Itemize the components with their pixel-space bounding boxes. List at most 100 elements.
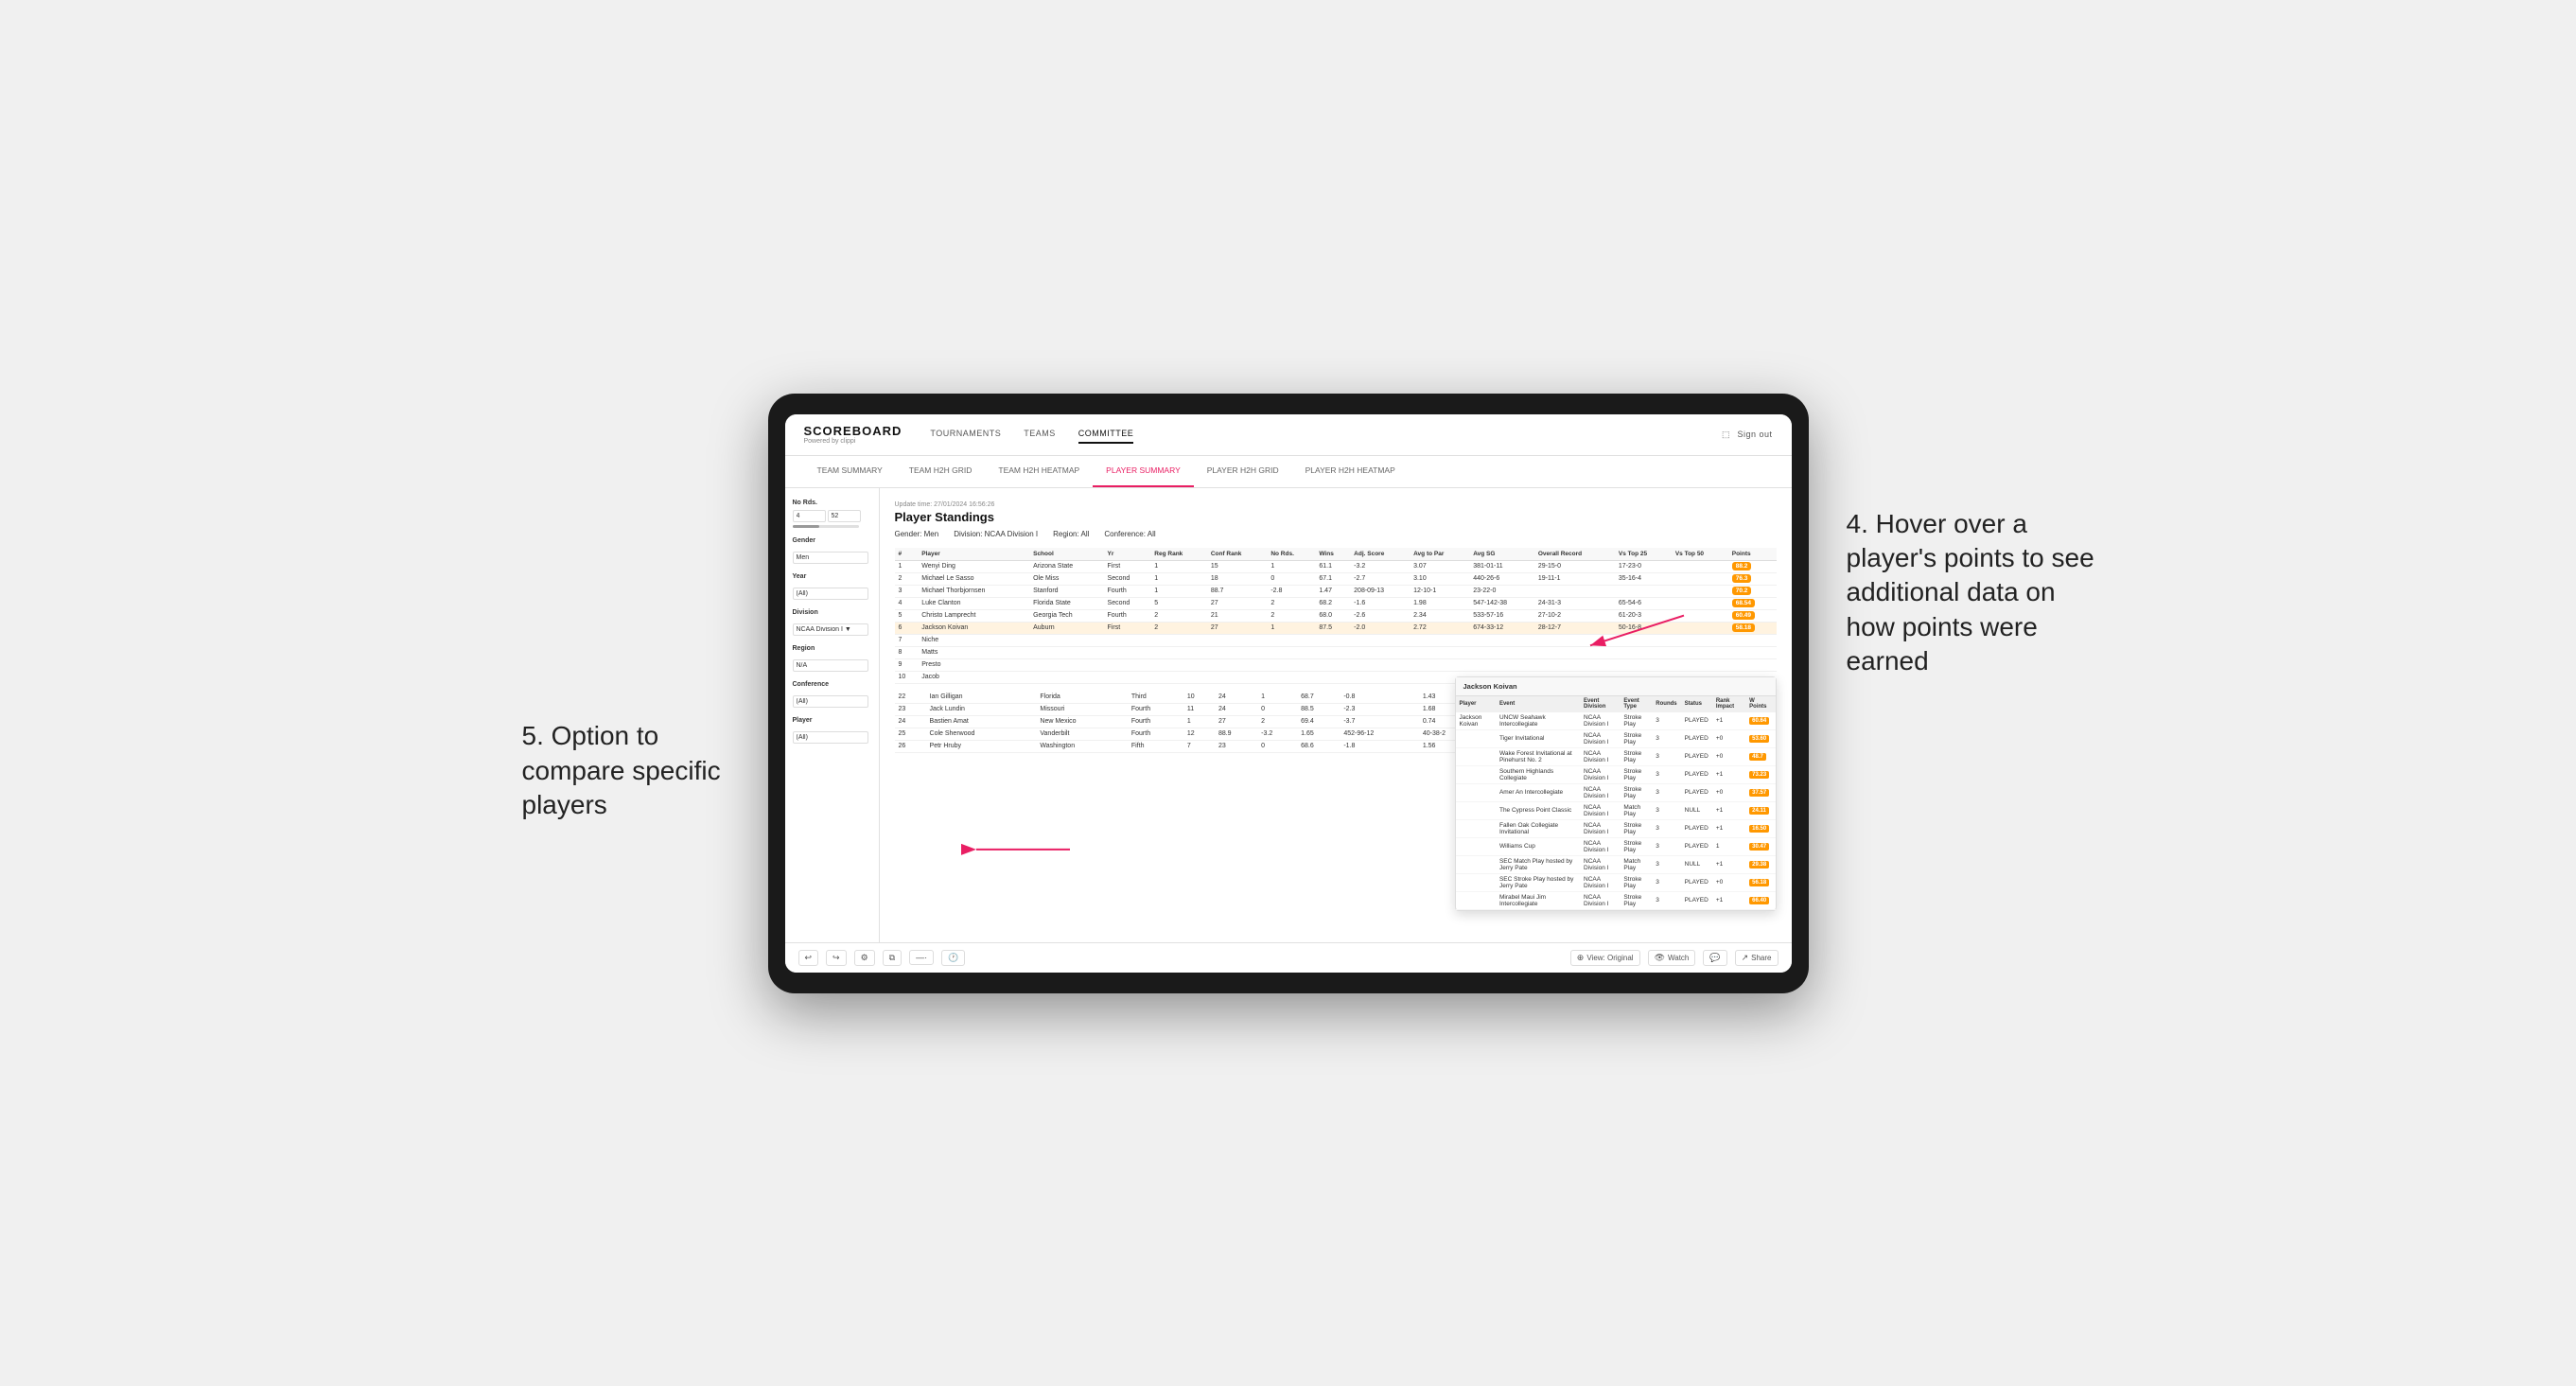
redo-button[interactable]: ↪	[826, 950, 847, 966]
filter-button[interactable]: ⚙	[854, 950, 875, 966]
popup-points-cell[interactable]: 56.18	[1745, 873, 1775, 891]
table-row[interactable]: 4Luke ClantonFlorida StateSecond527268.2…	[895, 597, 1777, 609]
watch-button[interactable]: 👁 Watch	[1648, 950, 1696, 966]
popup-cell: Stroke Play	[1620, 712, 1652, 730]
points-cell[interactable]: 68.54	[1728, 597, 1777, 609]
tab-player-h2h-grid[interactable]: PLAYER H2H GRID	[1194, 456, 1292, 487]
popup-row: Fallen Oak Collegiate InvitationalNCAA D…	[1456, 819, 1776, 837]
nav-tournaments[interactable]: TOURNAMENTS	[930, 425, 1001, 444]
comment-button[interactable]: 💬	[1703, 950, 1726, 966]
nav-committee[interactable]: COMMITTEE	[1078, 425, 1134, 444]
popup-points-cell[interactable]: 53.60	[1745, 729, 1775, 747]
popup-points-cell[interactable]: 30.47	[1745, 837, 1775, 855]
popup-points-cell[interactable]: 48.7	[1745, 747, 1775, 765]
tab-player-summary[interactable]: PLAYER SUMMARY	[1093, 456, 1194, 487]
points-badge[interactable]: 76.3	[1732, 574, 1752, 583]
region-select[interactable]: N/A	[793, 659, 868, 672]
clock-button[interactable]: 🕐	[941, 950, 965, 966]
conference-select[interactable]: (All)	[793, 695, 868, 708]
year-filter: Year (All)	[793, 573, 871, 600]
popup-points-cell[interactable]: 29.38	[1745, 855, 1775, 873]
points-badge[interactable]: 88.2	[1732, 562, 1752, 570]
nav-teams[interactable]: TEAMS	[1024, 425, 1056, 444]
undo-button[interactable]: ↩	[798, 950, 819, 966]
tab-team-h2h-grid[interactable]: TEAM H2H GRID	[896, 456, 986, 487]
popup-cell: Stroke Play	[1620, 873, 1652, 891]
player-label: Player	[793, 717, 871, 724]
extra-cell-4: 7	[1183, 740, 1215, 752]
table-row[interactable]: 3Michael ThorbjornsenStanfordFourth188.7…	[895, 585, 1777, 597]
points-cell[interactable]: 60.49	[1728, 609, 1777, 622]
popup-points-cell[interactable]: 37.57	[1745, 783, 1775, 801]
tab-team-h2h-heatmap[interactable]: TEAM H2H HEATMAP	[985, 456, 1093, 487]
popup-points-cell[interactable]: 24.11	[1745, 801, 1775, 819]
no-rds-to-input[interactable]	[828, 510, 861, 522]
table-row[interactable]: 7Niche	[895, 634, 1777, 646]
extra-cell-7: 68.7	[1297, 692, 1340, 704]
year-select[interactable]: (All)	[793, 588, 868, 600]
popup-points-badge[interactable]: 73.23	[1749, 771, 1769, 779]
extra-cell-8: -3.7	[1340, 715, 1419, 728]
copy-button[interactable]: ⧉	[883, 950, 902, 966]
points-cell[interactable]: 88.2	[1728, 560, 1777, 572]
popup-points-cell[interactable]: 16.50	[1745, 819, 1775, 837]
popup-points-badge[interactable]: 66.40	[1749, 897, 1769, 904]
no-rds-slider[interactable]	[793, 525, 859, 528]
popup-points-badge[interactable]: 48.7	[1749, 753, 1766, 761]
sign-out-button[interactable]: Sign out	[1737, 426, 1772, 443]
popup-points-badge[interactable]: 24.11	[1749, 807, 1769, 815]
popup-points-cell[interactable]: 73.23	[1745, 765, 1775, 783]
popup-points-badge[interactable]: 56.18	[1749, 879, 1769, 886]
points-cell[interactable]	[1728, 646, 1777, 658]
popup-points-badge[interactable]: 30.47	[1749, 843, 1769, 851]
table-row[interactable]: 8Matts	[895, 646, 1777, 658]
cell-11	[1534, 658, 1615, 671]
points-cell[interactable]: 76.3	[1728, 572, 1777, 585]
table-row[interactable]: 6Jackson KoivanAuburnFirst227187.5-2.02.…	[895, 622, 1777, 634]
points-badge[interactable]: 60.49	[1732, 611, 1755, 620]
points-cell[interactable]: 70.2	[1728, 585, 1777, 597]
player-select[interactable]: (All)	[793, 731, 868, 744]
table-row[interactable]: 9Presto	[895, 658, 1777, 671]
cell-5	[1207, 634, 1267, 646]
points-badge[interactable]: 70.2	[1732, 587, 1752, 595]
popup-points-badge[interactable]: 37.57	[1749, 789, 1769, 797]
popup-cell: Williams Cup	[1496, 837, 1580, 855]
cell-1: Presto	[918, 658, 1029, 671]
view-original-button[interactable]: ⊕ View: Original	[1570, 950, 1640, 966]
popup-points-badge[interactable]: 53.60	[1749, 735, 1769, 743]
extra-cell-7: 88.5	[1297, 703, 1340, 715]
tab-player-h2h-heatmap[interactable]: PLAYER H2H HEATMAP	[1292, 456, 1409, 487]
gender-filter: Gender Men Women	[793, 537, 871, 564]
table-row[interactable]: 2Michael Le SassoOle MissSecond118067.1-…	[895, 572, 1777, 585]
cell-1: Michael Thorbjornsen	[918, 585, 1029, 597]
comment-icon: 💬	[1709, 953, 1720, 963]
popup-points-cell[interactable]: 60.64	[1745, 712, 1775, 730]
popup-col-wpoints: W Points	[1745, 696, 1775, 712]
table-row[interactable]: 1Wenyi DingArizona StateFirst115161.1-3.…	[895, 560, 1777, 572]
share-button[interactable]: ↗ Share	[1735, 950, 1779, 966]
popup-points-badge[interactable]: 29.38	[1749, 861, 1769, 868]
popup-points-cell[interactable]: 66.40	[1745, 891, 1775, 909]
no-rds-from-input[interactable]	[793, 510, 826, 522]
popup-points-badge[interactable]: 60.64	[1749, 717, 1769, 725]
tab-team-summary[interactable]: TEAM SUMMARY	[804, 456, 896, 487]
points-badge[interactable]: 68.54	[1732, 599, 1755, 607]
points-cell[interactable]	[1728, 658, 1777, 671]
points-badge[interactable]: 58.18	[1732, 623, 1755, 632]
dash-button[interactable]: —·	[909, 950, 934, 965]
cell-0: 2	[895, 572, 919, 585]
gender-select[interactable]: Men Women	[793, 552, 868, 564]
share-icon: ↗	[1742, 953, 1749, 963]
points-cell[interactable]	[1728, 634, 1777, 646]
region-filter: Region N/A	[793, 645, 871, 672]
points-cell[interactable]: 58.18	[1728, 622, 1777, 634]
division-select[interactable]: NCAA Division I ▼	[793, 623, 868, 636]
cell-1: Michael Le Sasso	[918, 572, 1029, 585]
table-row[interactable]: 5Christo LamprechtGeorgia TechFourth2212…	[895, 609, 1777, 622]
division-filter: Division NCAA Division I ▼	[793, 609, 871, 636]
popup-cell: PLAYED	[1681, 729, 1712, 747]
popup-cell: +1	[1712, 891, 1745, 909]
popup-points-badge[interactable]: 16.50	[1749, 825, 1769, 833]
cell-3	[1104, 671, 1151, 683]
